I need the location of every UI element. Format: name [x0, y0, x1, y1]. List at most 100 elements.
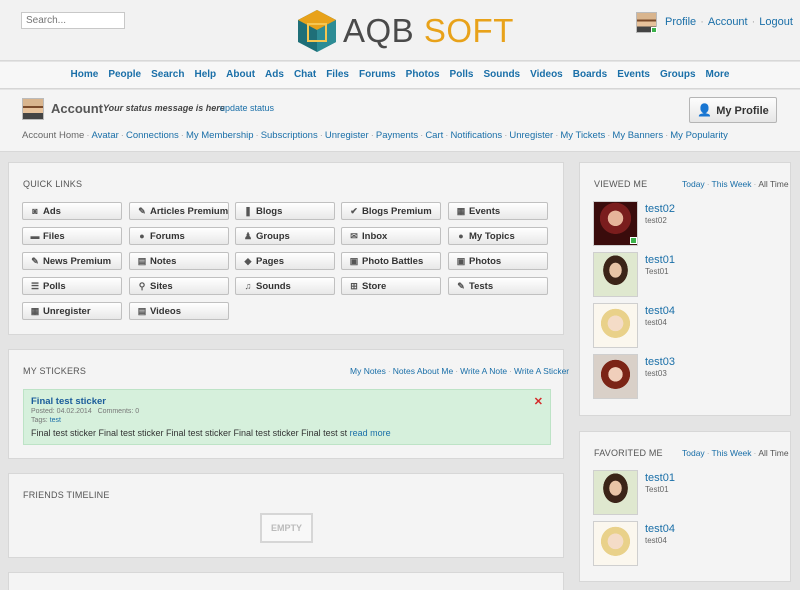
subnav-my-popularity[interactable]: My Popularity: [670, 130, 728, 141]
my-notes-link[interactable]: My Notes: [350, 366, 386, 376]
subnav-avatar[interactable]: Avatar: [91, 130, 118, 141]
quick-link-sounds[interactable]: ♫ Sounds: [235, 277, 335, 295]
nav-item-help[interactable]: Help: [194, 62, 216, 88]
nav-item-forums[interactable]: Forums: [359, 62, 396, 88]
account-avatar[interactable]: [22, 98, 44, 120]
quick-link-videos[interactable]: ▤ Videos: [129, 302, 229, 320]
person-name-link[interactable]: test04: [645, 305, 675, 317]
quick-link-pages[interactable]: ◆ Pages: [235, 252, 335, 270]
nav-item-sounds[interactable]: Sounds: [483, 62, 520, 88]
nav-item-ads[interactable]: Ads: [265, 62, 284, 88]
status-message: Your status message is here: [103, 103, 225, 113]
filter-all-time[interactable]: All Time: [758, 448, 788, 458]
filter-this-week[interactable]: This Week: [712, 179, 752, 189]
filter-today[interactable]: Today: [682, 179, 705, 189]
avatar[interactable]: [636, 12, 657, 33]
nav-item-events[interactable]: Events: [617, 62, 650, 88]
logout-link[interactable]: Logout: [759, 16, 793, 28]
quick-link-sites[interactable]: ⚲ Sites: [129, 277, 229, 295]
write-sticker-link[interactable]: Write A Sticker: [514, 366, 569, 376]
nav-item-people[interactable]: People: [108, 62, 141, 88]
quick-link-blogs-premium[interactable]: ✔ Blogs Premium: [341, 202, 441, 220]
close-icon[interactable]: ✕: [534, 395, 543, 408]
quick-link-events[interactable]: ▦ Events: [448, 202, 548, 220]
my-profile-button[interactable]: 👤 My Profile: [689, 97, 777, 123]
avatar[interactable]: [593, 470, 638, 515]
cart-icon: ⊞: [350, 281, 358, 291]
quick-link-blogs[interactable]: ❚ Blogs: [235, 202, 335, 220]
nav-item-files[interactable]: Files: [326, 62, 349, 88]
avatar[interactable]: [593, 303, 638, 348]
person-name-link[interactable]: test03: [645, 356, 675, 368]
subnav-my-tickets[interactable]: My Tickets: [560, 130, 605, 141]
subnav-my-membership[interactable]: My Membership: [186, 130, 254, 141]
person-name-link[interactable]: test02: [645, 203, 675, 215]
separator: ·: [255, 130, 259, 141]
quick-link-articles-premium[interactable]: ✎ Articles Premium: [129, 202, 229, 220]
write-note-link[interactable]: Write A Note: [460, 366, 507, 376]
separator: ·: [445, 130, 449, 141]
subnav-payments[interactable]: Payments: [376, 130, 418, 141]
avatar[interactable]: [593, 354, 638, 399]
subnav-unregister[interactable]: Unregister: [325, 130, 369, 141]
quick-link-photo-battles[interactable]: ▣ Photo Battles: [341, 252, 441, 270]
subnav-notifications[interactable]: Notifications: [450, 130, 502, 141]
nav-item-about[interactable]: About: [226, 62, 255, 88]
nav-item-boards[interactable]: Boards: [573, 62, 607, 88]
nav-item-search[interactable]: Search: [151, 62, 184, 88]
quick-link-unregister[interactable]: ▦ Unregister: [22, 302, 122, 320]
nav-item-chat[interactable]: Chat: [294, 62, 316, 88]
quick-link-groups[interactable]: ♟ Groups: [235, 227, 335, 245]
tag-link[interactable]: test: [50, 417, 61, 424]
subnav-unregister[interactable]: Unregister: [509, 130, 553, 141]
update-status-link[interactable]: update status: [220, 103, 274, 113]
filter-today[interactable]: Today: [682, 448, 705, 458]
person-name-link[interactable]: test01: [645, 472, 675, 484]
quick-link-ads[interactable]: ◙ Ads: [22, 202, 122, 220]
nav-item-polls[interactable]: Polls: [450, 62, 474, 88]
quick-link-polls[interactable]: ☰ Polls: [22, 277, 122, 295]
list-item: test04 test04: [593, 303, 783, 349]
quick-link-news-premium[interactable]: ✎ News Premium: [22, 252, 122, 270]
nav-item-home[interactable]: Home: [71, 62, 99, 88]
quick-link-tests[interactable]: ✎ Tests: [448, 277, 548, 295]
person-subtitle: Test01: [645, 267, 669, 276]
quick-links-title: QUICK LINKS: [23, 179, 83, 189]
subnav-connections[interactable]: Connections: [126, 130, 179, 141]
nav-item-groups[interactable]: Groups: [660, 62, 696, 88]
quick-link-label: Unregister: [43, 306, 91, 317]
sticker-title[interactable]: Final test sticker: [31, 396, 106, 407]
quick-link-inbox[interactable]: ✉ Inbox: [341, 227, 441, 245]
subnav-my-banners[interactable]: My Banners: [612, 130, 663, 141]
logo[interactable]: AQB SOFT: [295, 8, 513, 54]
page-title: Account: [51, 101, 103, 116]
tests-icon: ✎: [457, 281, 465, 291]
quick-links-panel: QUICK LINKS ◙ Ads ✎ Articles Premium ❚ Blogs ✔…: [8, 162, 564, 335]
person-subtitle: test04: [645, 536, 667, 545]
read-more-link[interactable]: read more: [350, 428, 391, 438]
account-link[interactable]: Account: [708, 16, 748, 28]
avatar[interactable]: [593, 252, 638, 297]
quick-link-store[interactable]: ⊞ Store: [341, 277, 441, 295]
quick-link-my-topics[interactable]: ● My Topics: [448, 227, 548, 245]
subnav-subscriptions[interactable]: Subscriptions: [261, 130, 318, 141]
avatar[interactable]: [593, 521, 638, 566]
nav-item-photos[interactable]: Photos: [406, 62, 440, 88]
quick-link-files[interactable]: ▬ Files: [22, 227, 122, 245]
quick-link-forums[interactable]: ● Forums: [129, 227, 229, 245]
filter-all-time[interactable]: All Time: [758, 179, 788, 189]
person-name-link[interactable]: test01: [645, 254, 675, 266]
quick-link-label: Blogs Premium: [362, 206, 432, 217]
subnav-account-home[interactable]: Account Home: [22, 130, 84, 141]
person-name-link[interactable]: test04: [645, 523, 675, 535]
quick-link-photos[interactable]: ▣ Photos: [448, 252, 548, 270]
sticker-comments: Comments: 0: [97, 408, 140, 415]
filter-this-week[interactable]: This Week: [712, 448, 752, 458]
nav-item-more[interactable]: More: [706, 62, 730, 88]
quick-link-notes[interactable]: ▤ Notes: [129, 252, 229, 270]
notes-about-me-link[interactable]: Notes About Me: [393, 366, 453, 376]
nav-item-videos[interactable]: Videos: [530, 62, 563, 88]
profile-link[interactable]: Profile: [665, 16, 696, 28]
subnav-cart[interactable]: Cart: [425, 130, 443, 141]
search-input[interactable]: [21, 12, 125, 29]
